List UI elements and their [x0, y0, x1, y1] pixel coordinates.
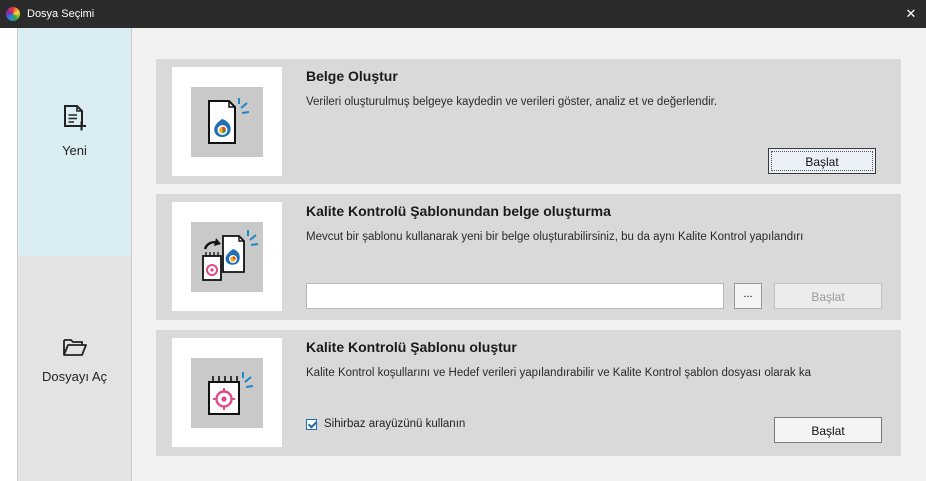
- template-path-input[interactable]: [306, 283, 724, 309]
- sidebar-item-label: Yeni: [62, 143, 87, 158]
- new-document-icon: [62, 104, 88, 137]
- template-document-icon: [191, 229, 263, 296]
- document-color-icon: [191, 97, 263, 161]
- start-button[interactable]: Başlat: [774, 283, 882, 309]
- card-description: Verileri oluşturulmuş belgeye kaydedin v…: [306, 96, 718, 108]
- card-create-document: Belge Oluştur Verileri oluşturulmuş belg…: [156, 59, 901, 184]
- card-thumbnail: [172, 67, 282, 176]
- sidebar: Yeni Dosyayı Aç: [18, 28, 132, 481]
- wizard-checkbox-row[interactable]: Sihirbaz arayüzünü kullanın: [306, 418, 465, 430]
- card-create-from-template: Kalite Kontrolü Şablonundan belge oluştu…: [156, 194, 901, 320]
- card-title: Belge Oluştur: [306, 68, 398, 84]
- wizard-checkbox-label: Sihirbaz arayüzünü kullanın: [324, 418, 466, 430]
- window-title: Dosya Seçimi: [27, 8, 95, 20]
- folder-open-icon: [62, 336, 88, 363]
- sidebar-item-label: Dosyayı Aç: [41, 369, 108, 384]
- card-title: Kalite Kontrolü Şablonu oluştur: [306, 339, 517, 355]
- wizard-checkbox[interactable]: [306, 418, 317, 430]
- dialog-body: Yeni Dosyayı Aç Belge Oluştur Verileri o…: [17, 28, 926, 481]
- start-button[interactable]: Başlat: [768, 148, 876, 174]
- start-button[interactable]: Başlat: [774, 417, 882, 443]
- sidebar-item-new[interactable]: Yeni: [18, 28, 131, 256]
- sidebar-item-open-file[interactable]: Dosyayı Aç: [18, 256, 131, 481]
- card-description: Mevcut bir şablonu kullanarak yeni bir b…: [306, 231, 804, 243]
- title-bar: Dosya Seçimi ✕: [0, 0, 926, 28]
- card-description: Kalite Kontrol koşullarını ve Hedef veri…: [306, 367, 811, 379]
- target-template-icon: [191, 371, 263, 432]
- card-create-template: Kalite Kontrolü Şablonu oluştur Kalite K…: [156, 330, 901, 456]
- main-panel: Belge Oluştur Verileri oluşturulmuş belg…: [132, 28, 926, 481]
- close-button[interactable]: ✕: [902, 5, 920, 23]
- card-thumbnail: [172, 202, 282, 311]
- app-logo-icon: [6, 7, 20, 21]
- browse-button[interactable]: ...: [734, 283, 762, 309]
- card-thumbnail: [172, 338, 282, 447]
- card-title: Kalite Kontrolü Şablonundan belge oluştu…: [306, 203, 611, 219]
